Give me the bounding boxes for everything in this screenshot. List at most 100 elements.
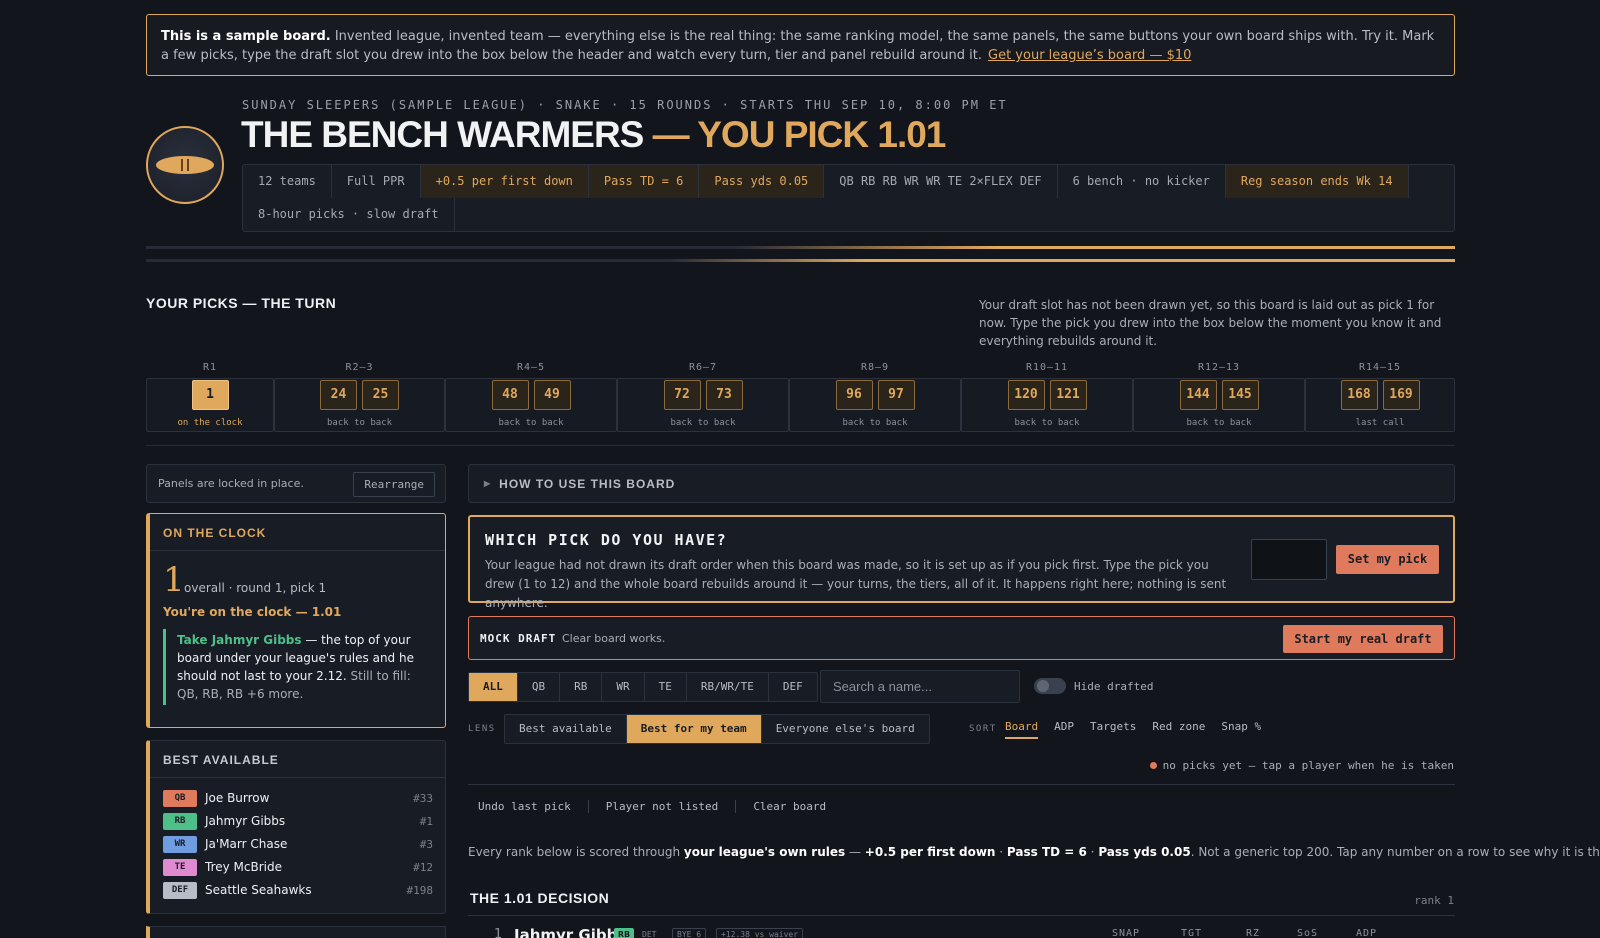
mock-draft-label: MOCK DRAFT <box>480 632 557 645</box>
buy-board-link[interactable]: Get your league’s board — $10 <box>988 48 1191 63</box>
pick-number[interactable]: 1 <box>191 380 229 410</box>
round-note: back to back <box>1014 418 1080 428</box>
draft-slot-input[interactable] <box>1251 539 1327 580</box>
filter-rb[interactable]: RB <box>560 673 603 701</box>
status-text: no picks yet — tap a player when he is t… <box>1162 759 1454 772</box>
rearrange-button[interactable]: Rearrange <box>353 472 435 497</box>
set-pick-button[interactable]: Set my pick <box>1336 545 1439 574</box>
best-available-row[interactable]: DEF Seattle Seahawks #198 <box>163 881 433 901</box>
lens-option[interactable]: Everyone else's board <box>761 715 929 743</box>
rule-chip: 12 teams <box>243 165 332 198</box>
pick-number[interactable]: 24 <box>320 380 357 410</box>
lens-option[interactable]: Best available <box>505 715 627 743</box>
decision-rank: rank 1 <box>1414 894 1454 907</box>
pick-number[interactable]: 168 <box>1340 380 1378 410</box>
sort-option[interactable]: Board <box>1005 720 1039 739</box>
round-label: R6–7 <box>688 362 718 373</box>
decision-divider <box>468 915 1455 916</box>
pick-number[interactable]: 49 <box>533 380 571 410</box>
action-button[interactable]: Player not listed <box>589 799 737 813</box>
round-label: R4–5 <box>516 362 546 373</box>
player-row-name[interactable]: Jahmyr Gibbs <box>514 926 626 938</box>
draft-status: no picks yet — tap a player when he is t… <box>1149 759 1454 772</box>
filter-te[interactable]: TE <box>644 673 687 701</box>
filter-rb-wr-te[interactable]: RB/WR/TE <box>686 673 769 701</box>
best-available-row[interactable]: RB Jahmyr Gibbs #1 <box>163 812 433 832</box>
decision-title: THE 1.01 DECISION <box>470 890 610 906</box>
position-badge: RB <box>163 813 197 830</box>
best-available-row[interactable]: WR Ja'Marr Chase #3 <box>163 835 433 855</box>
advice-player[interactable]: Take Jahmyr Gibbs <box>177 633 302 647</box>
pick-number[interactable]: 169 <box>1382 380 1420 410</box>
sort-option[interactable]: Red zone <box>1152 720 1205 739</box>
round-note: back to back <box>498 418 564 428</box>
round-note: back to back <box>326 418 393 428</box>
pick-number[interactable]: 25 <box>362 380 399 410</box>
round-label: R10–11 <box>1025 362 1069 373</box>
sample-banner: This is a sample board. Invented league,… <box>146 14 1455 76</box>
rule-chip: 8-hour picks · slow draft <box>243 198 455 231</box>
round-pick-list: 1 <box>146 380 274 410</box>
overall-pick-sub: overall · round 1, pick 1 <box>184 581 327 595</box>
round-label: R1 <box>202 362 218 373</box>
rule-chip: Reg season ends Wk 14 <box>1225 165 1409 198</box>
pick-number[interactable]: 48 <box>491 380 529 410</box>
pick-number[interactable]: 120 <box>1007 380 1045 410</box>
pick-number[interactable]: 72 <box>663 380 701 410</box>
how-to-label: HOW TO USE THIS BOARD <box>499 477 676 491</box>
player-row-value[interactable]: +12.38 vs waiver <box>716 928 804 938</box>
filter-def[interactable]: DEF <box>768 673 817 701</box>
triangle-right-icon: ▶ <box>484 479 492 488</box>
position-filters: ALL QB RB WR TE RB/WR/TE DEF <box>468 672 818 702</box>
col-rz[interactable]: RZ <box>1246 928 1260 938</box>
search-input[interactable] <box>820 670 1020 703</box>
pick-number[interactable]: 145 <box>1221 380 1259 410</box>
player-name: Ja'Marr Chase <box>205 837 288 851</box>
player-row-number: 1 <box>494 927 503 938</box>
col-adp[interactable]: ADP <box>1356 928 1377 938</box>
col-snap[interactable]: SNAP <box>1112 928 1140 938</box>
on-the-clock-panel: ON THE CLOCK 1 overall · round 1, pick 1… <box>146 513 446 728</box>
overall-pick-number: 1 <box>163 560 185 600</box>
pick-number[interactable]: 73 <box>705 380 743 410</box>
best-available-row[interactable]: QB Joe Burrow #33 <box>163 789 433 809</box>
player-name: Jahmyr Gibbs <box>205 814 286 828</box>
col-tgt[interactable]: TGT <box>1181 928 1202 938</box>
round-group: R8–9 96 97 back to back <box>789 362 961 432</box>
round-pick-list: 72 73 <box>617 380 789 410</box>
how-to-toggle[interactable]: ▶ HOW TO USE THIS BOARD <box>468 464 1455 503</box>
scoring-note-f: Pass TD = 6 <box>1006 845 1087 859</box>
lens-option[interactable]: Best for my team <box>626 715 762 743</box>
round-label: R14–15 <box>1358 362 1402 373</box>
player-rank: #33 <box>413 792 433 805</box>
football-lace <box>181 159 189 171</box>
filter-wr[interactable]: WR <box>602 673 645 701</box>
start-real-draft-button[interactable]: Start my real draft <box>1283 625 1443 653</box>
pick-number[interactable]: 96 <box>835 380 873 410</box>
filter-all[interactable]: ALL <box>469 673 518 701</box>
pick-number[interactable]: 144 <box>1179 380 1217 410</box>
action-button[interactable]: Undo last pick <box>468 799 589 813</box>
sort-option[interactable]: Snap % <box>1221 720 1261 739</box>
sort-option[interactable]: Targets <box>1090 720 1136 739</box>
hide-drafted-toggle[interactable] <box>1034 678 1066 694</box>
pick-number[interactable]: 97 <box>877 380 915 410</box>
best-available-row[interactable]: TE Trey McBride #12 <box>163 858 433 878</box>
player-row-bye: BYE 6 <box>672 928 707 938</box>
league-rules: 12 teams Full PPR +0.5 per first down Pass … <box>242 164 1455 232</box>
banner-text: Invented league, invented team — everyth… <box>161 29 1435 63</box>
scoring-note-g: · <box>1086 845 1099 859</box>
round-pick-list: 96 97 <box>789 380 961 410</box>
action-button[interactable]: Clear board <box>736 800 843 813</box>
round-label: R12–13 <box>1197 362 1241 373</box>
panel-lock-bar: Panels are locked in place. Rearrange <box>146 464 446 503</box>
sort-option[interactable]: ADP <box>1054 720 1074 739</box>
pick-advice: Take Jahmyr Gibbs — the top of your boar… <box>163 629 433 705</box>
pick-number[interactable]: 121 <box>1049 380 1087 410</box>
player-name: Trey McBride <box>205 860 282 874</box>
col-sos[interactable]: SoS <box>1297 928 1318 938</box>
filter-qb[interactable]: QB <box>517 673 561 701</box>
scoring-note-b: your league's own rules <box>683 845 846 859</box>
round-pick-list: 168 169 <box>1305 380 1455 410</box>
player-rank: #3 <box>419 838 433 851</box>
